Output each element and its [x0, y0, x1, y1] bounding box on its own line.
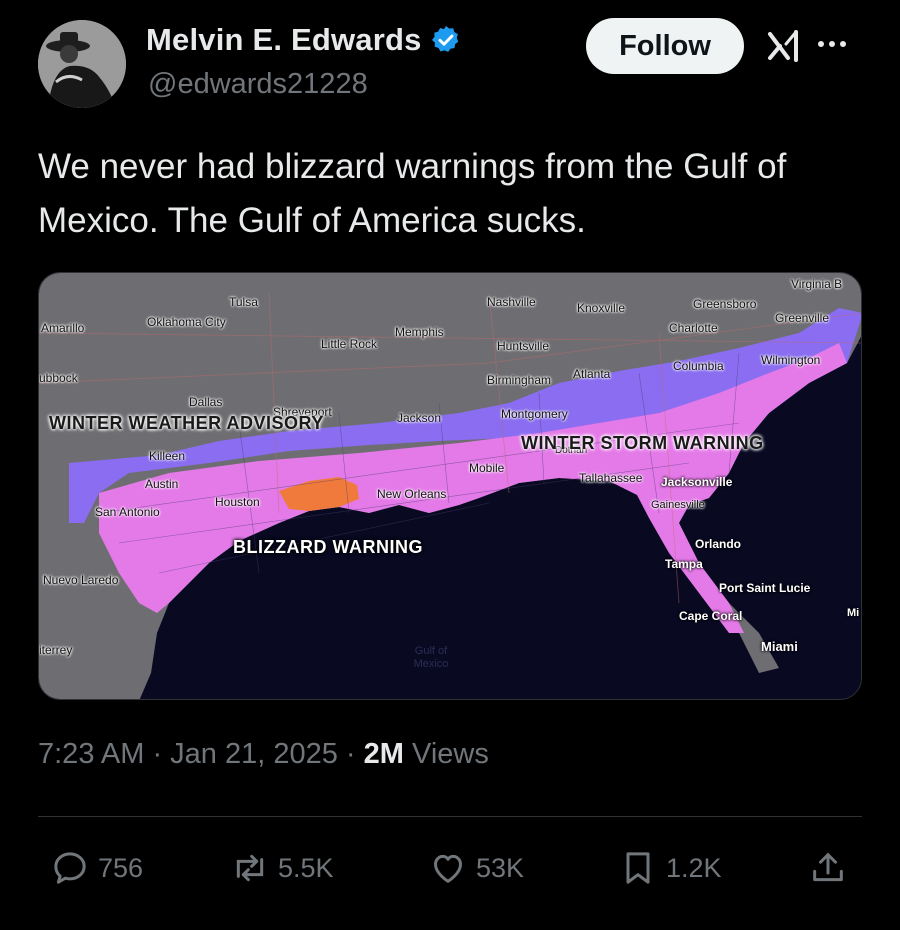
- zone-label-blizzard-warning: BLIZZARD WARNING: [233, 537, 423, 557]
- city-lubbock: ubbock: [39, 371, 78, 385]
- bookmark-button[interactable]: 1.2K: [618, 848, 722, 888]
- repost-button[interactable]: 5.5K: [230, 848, 334, 888]
- city-amarillo: Amarillo: [41, 321, 85, 335]
- city-memphis: Memphis: [395, 325, 444, 339]
- city-knoxville: Knoxville: [577, 301, 626, 315]
- avatar[interactable]: [38, 20, 126, 108]
- city-virginia-beach: Virginia B: [791, 277, 843, 291]
- grok-icon[interactable]: [766, 28, 802, 64]
- city-oklahoma-city: Oklahoma City: [147, 315, 226, 329]
- more-icon[interactable]: [818, 32, 862, 56]
- city-birmingham: Birmingham: [487, 373, 552, 387]
- city-nuevo-laredo: Nuevo Laredo: [43, 573, 119, 587]
- reply-button[interactable]: 756: [50, 848, 143, 888]
- city-jackson: Jackson: [397, 411, 442, 425]
- city-dallas: Dallas: [189, 395, 223, 409]
- like-count: 53K: [476, 852, 525, 883]
- repost-count: 5.5K: [278, 852, 334, 883]
- city-miami-edge: Mi: [847, 607, 860, 619]
- share-icon: [813, 853, 843, 882]
- city-tampa: Tampa: [665, 557, 703, 571]
- city-cape-coral: Cape Coral: [679, 609, 743, 623]
- city-orlando: Orlando: [695, 537, 742, 551]
- city-miami: Miami: [761, 639, 798, 654]
- like-button[interactable]: 53K: [428, 848, 524, 888]
- city-gainesville: Gainesville: [651, 499, 705, 511]
- city-columbia: Columbia: [673, 359, 724, 373]
- bookmark-icon: [626, 852, 650, 884]
- divider: [38, 816, 862, 817]
- tweet-header: Melvin E. Edwards @edwards21228 Follow: [38, 18, 868, 118]
- city-killeen: Killeen: [149, 449, 186, 463]
- zone-label-winter-storm-warning: WINTER STORM WARNING: [521, 433, 764, 453]
- gulf-label: Gulf of Mexico: [413, 645, 449, 670]
- city-huntsville: Huntsville: [497, 339, 550, 353]
- author-name-row: Melvin E. Edwards: [146, 22, 462, 58]
- city-san-antonio: San Antonio: [95, 505, 160, 519]
- city-austin: Austin: [145, 477, 179, 491]
- city-charlotte: Charlotte: [669, 321, 718, 335]
- city-mobile: Mobile: [469, 461, 505, 475]
- tweet-text: We never had blizzard warnings from the …: [38, 147, 787, 240]
- city-atlanta: Atlanta: [573, 367, 611, 381]
- city-port-saint-lucie: Port Saint Lucie: [719, 581, 811, 595]
- city-tallahassee: Tallahassee: [579, 471, 643, 485]
- city-wilmington: Wilmington: [761, 353, 821, 367]
- city-monterrey: iterrey: [39, 643, 73, 657]
- repost-icon: [236, 854, 264, 882]
- city-tulsa: Tulsa: [229, 295, 258, 309]
- tweet-timestamp[interactable]: 7:23 AM · Jan 21, 2025 ·: [38, 738, 364, 770]
- tweet-meta: 7:23 AM · Jan 21, 2025 · 2M Views: [38, 738, 489, 771]
- reply-icon: [54, 852, 86, 884]
- bookmark-count: 1.2K: [666, 852, 722, 883]
- action-bar: 756 5.5K 53K 1.2K: [50, 848, 860, 898]
- author-display-name[interactable]: Melvin E. Edwards: [146, 22, 422, 58]
- views-count: 2M: [363, 738, 404, 770]
- share-button[interactable]: [808, 848, 848, 888]
- verified-badge-icon: [430, 24, 462, 56]
- reply-count: 756: [98, 852, 144, 883]
- views-label: Views: [403, 738, 489, 770]
- follow-button[interactable]: Follow: [586, 18, 744, 74]
- city-little-rock: Little Rock: [321, 337, 378, 351]
- city-nashville: Nashville: [487, 295, 536, 309]
- city-greenville: Greenville: [775, 311, 830, 325]
- author-handle[interactable]: @edwards21228: [148, 68, 368, 101]
- like-icon: [434, 854, 462, 883]
- city-houston: Houston: [215, 495, 260, 509]
- city-new-orleans: New Orleans: [377, 487, 447, 501]
- city-montgomery: Montgomery: [501, 407, 568, 421]
- city-jacksonville: Jacksonville: [661, 475, 733, 489]
- city-greensboro: Greensboro: [693, 297, 757, 311]
- weather-map-image[interactable]: Virginia B Tulsa Nashville Knoxville Gre…: [38, 272, 862, 700]
- zone-label-winter-weather-advisory: WINTER WEATHER ADVISORY: [49, 413, 324, 433]
